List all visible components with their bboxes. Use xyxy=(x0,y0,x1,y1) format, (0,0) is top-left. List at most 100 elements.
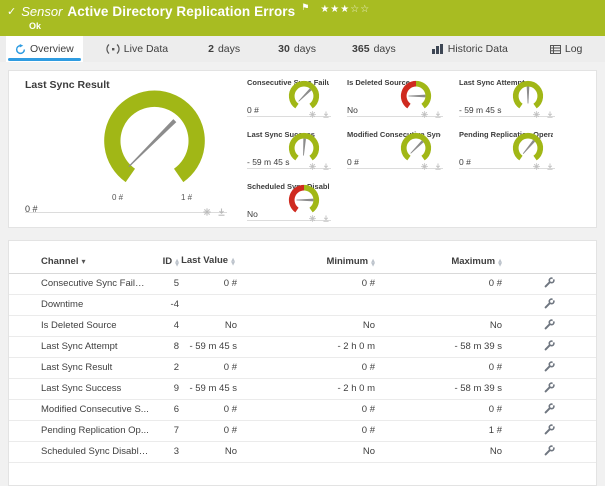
channel-name: Last Sync Attempt xyxy=(41,341,118,353)
gauge-tile-is-deleted-source[interactable]: Is Deleted Source No xyxy=(339,73,451,125)
channel-name: Pending Replication Op... xyxy=(41,425,149,437)
tab-2-days[interactable]: 2 days xyxy=(199,36,249,62)
gauge-value-row: 0 # xyxy=(25,199,227,216)
channel-minimum: 0 # xyxy=(361,278,375,290)
overview-icon xyxy=(15,43,26,54)
tab-label: 30 xyxy=(278,43,290,55)
gauge-needle xyxy=(303,138,306,156)
gear-icon[interactable] xyxy=(532,163,540,170)
channel-last-value: 0 # xyxy=(223,404,237,416)
wrench-icon[interactable] xyxy=(544,276,555,288)
gauge-tile-pending-replication-operations[interactable]: Pending Replication Operatio... 0 # xyxy=(451,125,563,177)
gauge-tile-last-sync-attempt[interactable]: Last Sync Attempt - 59 m 45 s xyxy=(451,73,563,125)
gauge-tile-consecutive-sync-failures[interactable]: Consecutive Sync Failures 0 # xyxy=(239,73,339,125)
column-header-last-value[interactable]: Last Value ▲ ▼ xyxy=(179,255,237,267)
channel-maximum: 1 # xyxy=(488,425,502,437)
wrench-icon[interactable] xyxy=(544,318,555,330)
table-row[interactable]: Pending Replication Op... 7 0 # 0 # 1 # xyxy=(9,421,596,442)
wrench-icon[interactable] xyxy=(544,360,555,372)
wrench-icon[interactable] xyxy=(544,381,555,393)
channel-maximum: No xyxy=(489,320,502,332)
column-header-channel[interactable]: Channel ▾ xyxy=(9,256,149,267)
channel-minimum: 0 # xyxy=(361,425,375,437)
gauge-tile-last-sync-result[interactable]: Last Sync Result 0 # 1 # 0 # xyxy=(9,71,237,227)
column-header-maximum[interactable]: Maximum ▲ ▼ xyxy=(375,256,502,267)
channel-maximum: - 58 m 39 s xyxy=(454,383,502,395)
tab-label: Live Data xyxy=(123,43,169,55)
pin-icon[interactable] xyxy=(323,163,329,170)
gauge-value: 0 # xyxy=(459,157,471,167)
wrench-icon[interactable] xyxy=(544,444,555,456)
gauge-needle xyxy=(128,119,177,168)
gear-icon[interactable] xyxy=(420,163,428,170)
gauge-tile-last-sync-success[interactable]: Last Sync Success - 59 m 45 s xyxy=(239,125,339,177)
sort-arrows-icon: ▲ ▼ xyxy=(498,257,502,267)
channel-id: 3 xyxy=(173,446,179,458)
gauge-value: No xyxy=(347,105,358,115)
tab-overview[interactable]: Overview xyxy=(6,36,83,62)
table-row[interactable]: Scheduled Sync Disabled 3 No No No xyxy=(9,442,596,463)
live-data-icon xyxy=(106,44,120,54)
gear-icon[interactable] xyxy=(308,163,316,170)
tab-log[interactable]: Log xyxy=(541,36,592,62)
pin-icon[interactable] xyxy=(435,163,441,170)
tab-historic-data[interactable]: Historic Data xyxy=(423,36,517,62)
table-row[interactable]: Last Sync Result 2 0 # 0 # 0 # xyxy=(9,358,596,379)
gauge-value: - 59 m 45 s xyxy=(459,105,502,115)
channel-name: Modified Consecutive S... xyxy=(41,404,149,416)
pin-icon[interactable] xyxy=(323,215,329,222)
channel-id: -4 xyxy=(170,299,179,311)
wrench-icon[interactable] xyxy=(544,297,555,309)
gear-icon[interactable] xyxy=(420,111,428,118)
tab-live-data[interactable]: Live Data xyxy=(97,36,177,62)
tab-bar: Overview Live Data 2 days 30 days 365 days … xyxy=(0,36,605,62)
pin-icon[interactable] xyxy=(218,208,225,216)
pin-icon[interactable] xyxy=(323,111,329,118)
column-header-id[interactable]: ID ▲ ▼ xyxy=(149,256,179,267)
wrench-icon[interactable] xyxy=(544,339,555,351)
channel-maximum: 0 # xyxy=(488,404,502,416)
channels-table: Channel ▾ ID ▲ ▼ Last Value ▲ ▼ Minimum ▲ ▼ Max… xyxy=(8,240,597,486)
favorite-flag-icon[interactable]: ⚑ xyxy=(301,3,309,13)
table-row[interactable]: Last Sync Success 9 - 59 m 45 s - 2 h 0 … xyxy=(9,379,596,400)
tab-label: 365 xyxy=(352,43,370,55)
gauge-tile-modified-consecutive-sync-failures[interactable]: Modified Consecutive Sync F... 0 # xyxy=(339,125,451,177)
tab-label: Historic Data xyxy=(447,43,508,55)
table-row[interactable]: Modified Consecutive S... 6 0 # 0 # 0 # xyxy=(9,400,596,421)
pin-icon[interactable] xyxy=(547,111,553,118)
table-header-row: Channel ▾ ID ▲ ▼ Last Value ▲ ▼ Minimum ▲ ▼ Max… xyxy=(9,241,596,274)
channel-maximum: 0 # xyxy=(488,278,502,290)
gear-icon[interactable] xyxy=(202,208,211,216)
table-row[interactable]: Downtime -4 xyxy=(9,295,596,316)
tab-365-days[interactable]: 365 days xyxy=(343,36,405,62)
channel-last-value: 0 # xyxy=(223,362,237,374)
channel-last-value: - 59 m 45 s xyxy=(189,341,237,353)
pin-icon[interactable] xyxy=(435,111,441,118)
table-row[interactable]: Consecutive Sync Failur... 5 0 # 0 # 0 # xyxy=(9,274,596,295)
table-row[interactable]: Last Sync Attempt 8 - 59 m 45 s - 2 h 0 … xyxy=(9,337,596,358)
channel-name: Is Deleted Source xyxy=(41,320,117,332)
channel-maximum: No xyxy=(489,446,502,458)
gauge-value: 0 # xyxy=(247,105,259,115)
channel-id: 5 xyxy=(173,278,179,290)
tab-30-days[interactable]: 30 days xyxy=(269,36,325,62)
channel-id: 7 xyxy=(173,425,179,437)
gauge-value: 0 # xyxy=(25,204,38,214)
gear-icon[interactable] xyxy=(308,111,316,118)
channel-last-value: No xyxy=(224,446,237,458)
gear-icon[interactable] xyxy=(308,215,316,222)
gauge-needle xyxy=(526,86,530,104)
table-row[interactable]: Is Deleted Source 4 No No No xyxy=(9,316,596,337)
gear-icon[interactable] xyxy=(532,111,540,118)
page-title: Active Directory Replication Errors xyxy=(67,4,296,19)
gauge-tile-scheduled-sync-disabled[interactable]: Scheduled Sync Disabled No xyxy=(239,177,339,229)
status-ok-icon: ✓ xyxy=(7,5,17,18)
priority-stars[interactable]: ★★★☆☆ xyxy=(320,4,370,15)
column-header-minimum[interactable]: Minimum ▲ ▼ xyxy=(237,256,375,267)
channel-minimum: 0 # xyxy=(361,362,375,374)
channel-name: Scheduled Sync Disabled xyxy=(41,446,149,458)
wrench-icon[interactable] xyxy=(544,402,555,414)
pin-icon[interactable] xyxy=(547,163,553,170)
channel-name: Last Sync Success xyxy=(41,383,122,395)
wrench-icon[interactable] xyxy=(544,423,555,435)
